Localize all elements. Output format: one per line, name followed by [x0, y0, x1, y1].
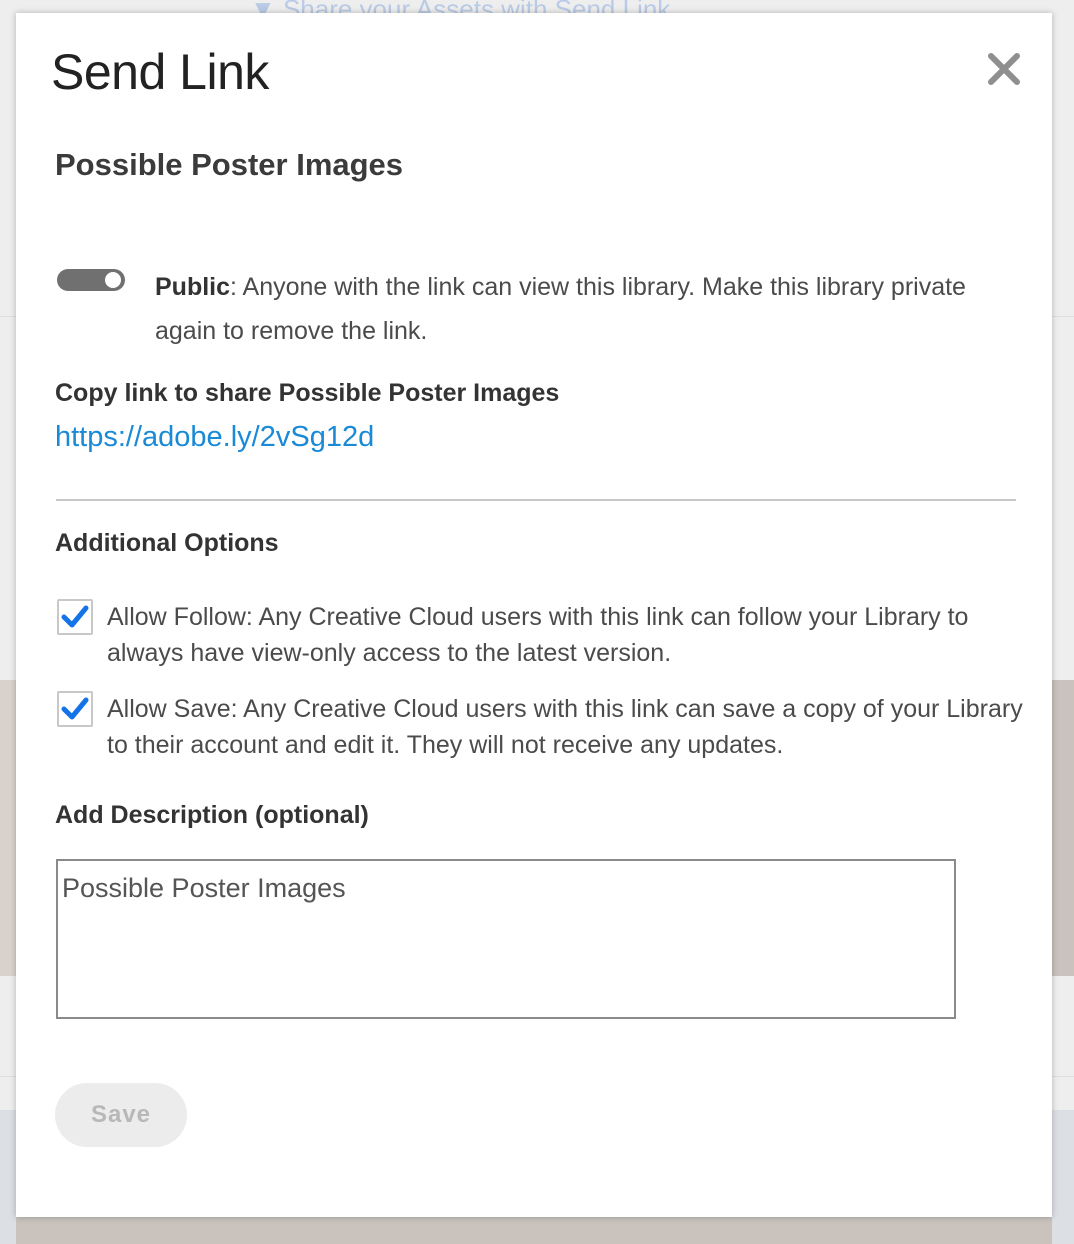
- send-link-dialog: Send Link Possible Poster Images Public:…: [16, 13, 1052, 1217]
- save-button[interactable]: Save: [55, 1083, 187, 1147]
- checkmark-icon: [61, 605, 89, 628]
- description-textarea[interactable]: Possible Poster Images: [56, 859, 956, 1019]
- background-thumbnail: [0, 1110, 16, 1244]
- allow-follow-checkbox[interactable]: [57, 599, 93, 635]
- additional-options-heading: Additional Options: [55, 529, 279, 557]
- description-label: Add Description (optional): [55, 801, 369, 829]
- allow-follow-text: Allow Follow: Any Creative Cloud users w…: [107, 603, 969, 667]
- background-thumbnail: [1052, 680, 1074, 976]
- public-toggle[interactable]: [57, 269, 125, 291]
- dialog-title: Send Link: [51, 44, 269, 100]
- toggle-knob: [105, 272, 121, 288]
- close-icon[interactable]: [986, 51, 1022, 87]
- section-divider: [56, 499, 1016, 501]
- public-description: Public: Anyone with the link can view th…: [155, 265, 1025, 353]
- allow-save-text: Allow Save: Any Creative Cloud users wit…: [107, 695, 1023, 759]
- public-explanation: : Anyone with the link can view this lib…: [155, 273, 966, 345]
- allow-save-checkbox[interactable]: [57, 691, 93, 727]
- background-thumbnail: [16, 1217, 1052, 1244]
- background-thumbnail: [1052, 1110, 1074, 1244]
- public-label: Public: [155, 273, 231, 301]
- background-thumbnail: [0, 680, 16, 976]
- checkmark-icon: [61, 697, 89, 720]
- share-link-url[interactable]: https://adobe.ly/2vSg12d: [55, 421, 374, 454]
- copy-link-label: Copy link to share Possible Poster Image…: [55, 379, 560, 407]
- library-name: Possible Poster Images: [55, 147, 404, 182]
